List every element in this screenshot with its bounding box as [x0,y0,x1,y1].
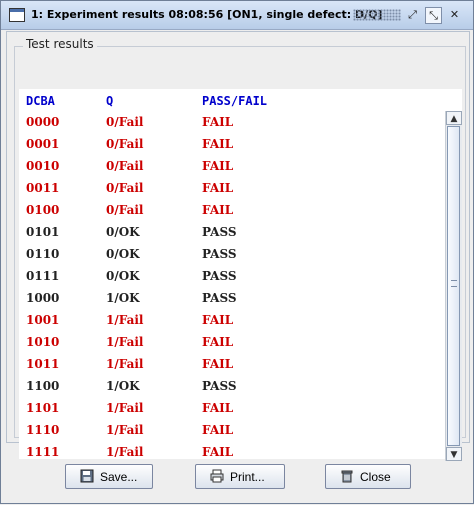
cell-result: FAIL [202,401,234,415]
table-row[interactable]: 0000 0/Fail FAIL [19,111,443,133]
table-row[interactable]: 0101 0/OK PASS [19,221,443,243]
cell-dcba: 0000 [26,115,60,129]
cell-dcba: 1110 [26,423,60,437]
cell-q: 1/Fail [106,423,144,437]
window-title: 1: Experiment results 08:08:56 [ON1, sin… [31,8,383,21]
window-icon [9,8,25,22]
cell-result: PASS [202,269,237,283]
experiment-results-window: 1: Experiment results 08:08:56 [ON1, sin… [0,0,474,504]
cell-result: FAIL [202,203,234,217]
cell-result: FAIL [202,357,234,371]
cell-q: 1/Fail [106,335,144,349]
table-row[interactable]: 1000 1/OK PASS [19,287,443,309]
cell-q: 1/OK [106,379,140,393]
cell-dcba: 0111 [26,269,60,283]
table-row[interactable]: 0001 0/Fail FAIL [19,133,443,155]
cell-dcba: 0001 [26,137,60,151]
table-row[interactable]: 0100 0/Fail FAIL [19,199,443,221]
table-row[interactable]: 1011 1/Fail FAIL [19,353,443,375]
cell-dcba: 1100 [26,379,60,393]
table-row[interactable]: 0010 0/Fail FAIL [19,155,443,177]
cell-dcba: 0011 [26,181,60,195]
cell-dcba: 1000 [26,291,60,305]
cell-result: FAIL [202,423,234,437]
cell-q: 0/OK [106,269,140,283]
cell-result: FAIL [202,181,234,195]
cell-q: 0/OK [106,247,140,261]
scroll-up-icon[interactable]: ▲ [446,111,462,125]
cell-q: 1/Fail [106,357,144,371]
save-icon [80,469,94,483]
cell-q: 1/Fail [106,313,144,327]
table-rows: 0000 0/Fail FAIL 0001 0/Fail FAIL 0010 0/Fail… [19,111,443,463]
cell-dcba: 0110 [26,247,60,261]
cell-result: PASS [202,379,237,393]
cell-dcba: 1101 [26,401,60,415]
cell-q: 0/OK [106,225,140,239]
cell-result: FAIL [202,159,234,173]
title-bar[interactable]: 1: Experiment results 08:08:56 [ON1, sin… [1,1,473,30]
cell-result: PASS [202,291,237,305]
cell-dcba: 1001 [26,313,60,327]
cell-dcba: 1011 [26,357,60,371]
scroll-thumb[interactable] [447,126,460,446]
cell-dcba: 0010 [26,159,60,173]
cell-q: 0/Fail [106,159,144,173]
cell-result: FAIL [202,335,234,349]
close-label: Close [360,470,391,484]
group-title: Test results [23,37,97,51]
cell-q: 0/Fail [106,181,144,195]
results-panel: Test results DCBA Q PASS/FAIL 0000 0/Fail… [6,31,470,461]
table-row[interactable]: 1010 1/Fail FAIL [19,331,443,353]
close-icon[interactable]: ✕ [447,7,462,22]
table-row[interactable]: 1001 1/Fail FAIL [19,309,443,331]
table-row[interactable]: 0011 0/Fail FAIL [19,177,443,199]
close-button[interactable]: Close [325,464,411,489]
column-header-dcba: DCBA [26,94,55,108]
cell-dcba: 0100 [26,203,60,217]
cell-q: 0/Fail [106,115,144,129]
save-button[interactable]: Save... [65,464,153,489]
column-header-q: Q [106,94,114,108]
cell-dcba: 0101 [26,225,60,239]
table-row[interactable]: 0110 0/OK PASS [19,243,443,265]
cell-q: 1/Fail [106,401,144,415]
cell-dcba: 1010 [26,335,60,349]
cell-result: FAIL [202,313,234,327]
results-scrollbar[interactable]: ▲ ▼ [445,111,462,461]
title-grip [353,9,401,21]
column-header-pass-fail: PASS/FAIL [202,94,268,108]
print-icon [210,469,224,483]
trash-icon [341,470,353,483]
cell-q: 1/OK [106,291,140,305]
table-row[interactable]: 1101 1/Fail FAIL [19,397,443,419]
maximize-icon[interactable]: ⤡ [425,7,442,24]
table-row[interactable]: 0111 0/OK PASS [19,265,443,287]
table-row[interactable]: 1110 1/Fail FAIL [19,419,443,441]
restore-icon[interactable]: ⤢ [405,7,420,22]
cell-result: PASS [202,225,237,239]
cell-q: 0/Fail [106,137,144,151]
table-row[interactable]: 1100 1/OK PASS [19,375,443,397]
button-bar: Save... Print... Close [1,447,474,505]
print-label: Print... [230,470,265,484]
cell-result: FAIL [202,137,234,151]
table-header: DCBA Q PASS/FAIL [19,90,462,110]
cell-result: PASS [202,247,237,261]
print-button[interactable]: Print... [195,464,285,489]
cell-result: FAIL [202,115,234,129]
cell-q: 0/Fail [106,203,144,217]
save-label: Save... [100,470,138,484]
